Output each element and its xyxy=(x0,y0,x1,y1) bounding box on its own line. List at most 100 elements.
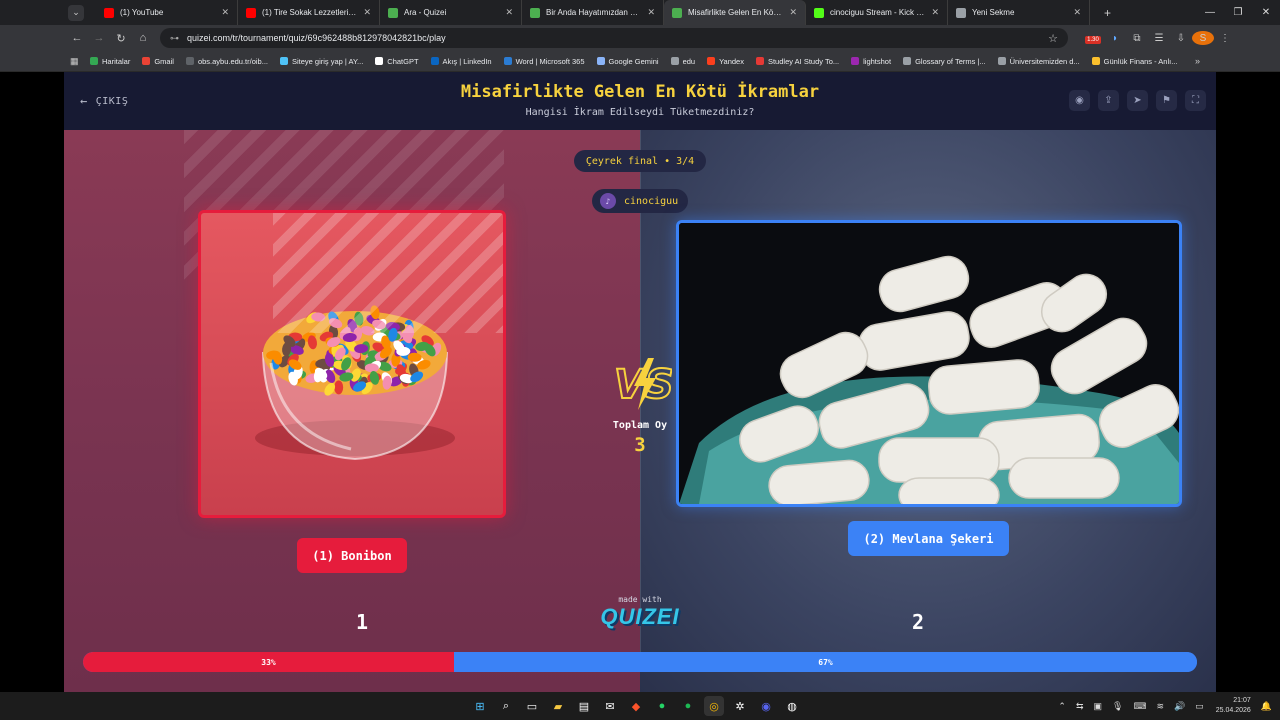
browser-tab[interactable]: (1) Tire Sokak Lezzetleri | Vlog ✕ xyxy=(238,0,380,25)
maximize-icon[interactable]: ❐ xyxy=(1224,0,1252,25)
bookmark-item[interactable]: Günlük Finans - Anlı... xyxy=(1091,57,1177,66)
spotify-icon[interactable]: ● xyxy=(678,696,698,716)
task-view-icon[interactable]: ▭ xyxy=(522,696,542,716)
quizei-logo[interactable]: QUIZEI xyxy=(590,604,690,630)
bookmark-item[interactable]: Google Gemini xyxy=(596,57,659,66)
apps-grid-icon[interactable]: ▦ xyxy=(70,56,90,67)
bookmark-label: Siteye giriş yap | AY... xyxy=(291,56,364,66)
new-tab-button[interactable]: + xyxy=(1104,6,1111,20)
more-menu-icon[interactable]: ⋮ xyxy=(1214,33,1236,44)
tab-close-icon[interactable]: ✕ xyxy=(363,7,371,18)
browser-tab[interactable]: Bir Anda Hayatımızdan Çıkan ✕ xyxy=(522,0,664,25)
tab-close-icon[interactable]: ✕ xyxy=(221,7,229,18)
close-window-icon[interactable]: ✕ xyxy=(1252,0,1280,25)
extension-badge[interactable]: 1.30 xyxy=(1082,33,1104,44)
volume-icon[interactable]: 🔊 xyxy=(1174,701,1185,712)
tab-close-icon[interactable]: ✕ xyxy=(789,7,797,18)
profile-avatar[interactable]: S xyxy=(1192,31,1214,45)
mail-icon[interactable]: ✉ xyxy=(600,696,620,716)
tab-title: (1) Tire Sokak Lezzetleri | Vlog xyxy=(262,8,357,17)
minimize-icon[interactable]: — xyxy=(1196,0,1224,25)
brave-icon[interactable]: ◆ xyxy=(626,696,646,716)
store-icon[interactable]: ▤ xyxy=(574,696,594,716)
bookmark-item[interactable]: lightshot xyxy=(851,57,891,66)
forward-icon[interactable]: → xyxy=(88,32,110,44)
reload-icon[interactable]: ↻ xyxy=(110,32,132,45)
bookmark-favicon-icon xyxy=(997,57,1006,65)
bookmark-item[interactable]: obs.aybu.edu.tr/oib... xyxy=(185,57,268,66)
total-votes-label: Toplam Oy xyxy=(612,420,668,431)
wifi-icon[interactable]: ≋ xyxy=(1156,701,1164,712)
tab-favicon-icon xyxy=(530,7,540,18)
whatsapp-icon[interactable]: ● xyxy=(652,696,672,716)
tab-close-icon[interactable]: ✕ xyxy=(1073,7,1081,18)
flag-icon[interactable]: ⚑ xyxy=(1156,90,1177,111)
bookmark-item[interactable]: Word | Microsoft 365 xyxy=(503,57,585,66)
option-card-right[interactable] xyxy=(676,220,1182,507)
bookmark-list: Haritalar Gmail obs.aybu.edu.tr/oib... Site… xyxy=(90,57,1189,66)
address-bar[interactable]: ⊶ quizei.com/tr/tournament/quiz/69c96248… xyxy=(160,28,1068,48)
option-label-right[interactable]: (2) Mevlana Şekeri xyxy=(848,521,1009,556)
more-bookmarks-icon[interactable]: » xyxy=(1195,56,1200,66)
bookmark-item[interactable]: ChatGPT xyxy=(375,57,419,66)
browser-tab[interactable]: (1) YouTube ✕ xyxy=(96,0,238,25)
browser-tab[interactable]: Misafirlikte Gelen En Kötü İkram ✕ xyxy=(664,0,806,25)
tab-favicon-icon xyxy=(956,7,966,18)
bookmark-item[interactable]: Üniversitemizden d... xyxy=(997,56,1080,66)
download-icon[interactable]: ⇩ xyxy=(1170,33,1192,44)
app-icon[interactable]: ✲ xyxy=(730,696,750,716)
total-votes-value: 3 xyxy=(634,434,646,456)
bookmark-favicon-icon xyxy=(670,57,679,65)
discord-icon[interactable]: ◉ xyxy=(756,696,776,716)
bookmark-item[interactable]: edu xyxy=(670,57,695,66)
clock[interactable]: 21:07 25.04.2026 xyxy=(1216,696,1251,716)
windows-start-icon[interactable]: ⊞ xyxy=(470,696,490,716)
puzzle-icon[interactable]: ⧉ xyxy=(1126,33,1148,44)
home-icon[interactable]: ⌂ xyxy=(132,32,154,44)
chrome-icon[interactable]: ◎ xyxy=(704,696,724,716)
bookmark-item[interactable]: Studley AI Study To... xyxy=(755,57,839,66)
site-info-icon[interactable]: ⊶ xyxy=(170,33,179,44)
clock-date: 25.04.2026 xyxy=(1215,707,1251,714)
tab-search-icon[interactable]: ⌄ xyxy=(68,4,84,21)
file-explorer-icon[interactable]: ▰ xyxy=(548,696,568,716)
notification-icon[interactable]: 🔔 xyxy=(1261,701,1272,712)
microphone-icon[interactable]: 🎙 xyxy=(1112,701,1123,712)
bookmark-favicon-icon xyxy=(903,57,912,65)
tray-chevron-icon[interactable]: ⌃ xyxy=(1058,701,1066,712)
bookmark-item[interactable]: Gmail xyxy=(142,57,174,66)
keyboard-icon[interactable]: ⌨ xyxy=(1133,701,1146,712)
send-icon[interactable]: ➤ xyxy=(1127,90,1148,111)
browser-tab[interactable]: Yeni Sekme ✕ xyxy=(948,0,1090,25)
sidebar-icon[interactable]: ☰ xyxy=(1148,33,1170,44)
browser-tab[interactable]: cinociguu Stream - Kick Dashb ✕ xyxy=(806,0,948,25)
tab-favicon-icon xyxy=(814,7,824,18)
bookmark-label: Haritalar xyxy=(102,56,131,66)
tab-favicon-icon xyxy=(388,7,398,18)
bookmark-item[interactable]: Glossary of Terms |... xyxy=(903,57,986,66)
back-icon[interactable]: ← xyxy=(66,32,88,44)
bookmark-item[interactable]: Haritalar xyxy=(90,57,130,66)
search-icon[interactable]: ⌕ xyxy=(496,696,516,716)
extension-icon[interactable]: ◗ xyxy=(1104,33,1126,44)
option-label-left[interactable]: (1) Bonibon xyxy=(297,538,407,573)
fullscreen-icon[interactable]: ⛶ xyxy=(1185,90,1206,111)
bookmark-item[interactable]: Siteye giriş yap | AY... xyxy=(279,56,364,66)
eye-icon[interactable]: ◉ xyxy=(1069,90,1090,111)
tab-close-icon[interactable]: ✕ xyxy=(931,7,939,18)
profile-initial: S xyxy=(1192,31,1214,45)
tray-app-icon[interactable]: ⇆ xyxy=(1076,701,1084,712)
share-icon[interactable]: ⇪ xyxy=(1098,90,1119,111)
tab-close-icon[interactable]: ✕ xyxy=(647,7,655,18)
battery-icon[interactable]: ▭ xyxy=(1195,701,1204,712)
vs-lightning-icon: VS xyxy=(613,358,672,410)
bookmark-star-icon[interactable]: ☆ xyxy=(1048,32,1058,45)
bookmark-item[interactable]: Akış | LinkedIn xyxy=(430,57,492,66)
browser-tab[interactable]: Ara - Quizei ✕ xyxy=(380,0,522,25)
bookmark-label: Üniversitemizden d... xyxy=(1009,56,1080,66)
option-card-left[interactable] xyxy=(198,210,506,518)
tab-close-icon[interactable]: ✕ xyxy=(505,7,513,18)
obs-icon[interactable]: ◍ xyxy=(782,696,802,716)
tray-bag-icon[interactable]: ▣ xyxy=(1094,701,1103,712)
bookmark-item[interactable]: Yandex xyxy=(707,57,744,66)
